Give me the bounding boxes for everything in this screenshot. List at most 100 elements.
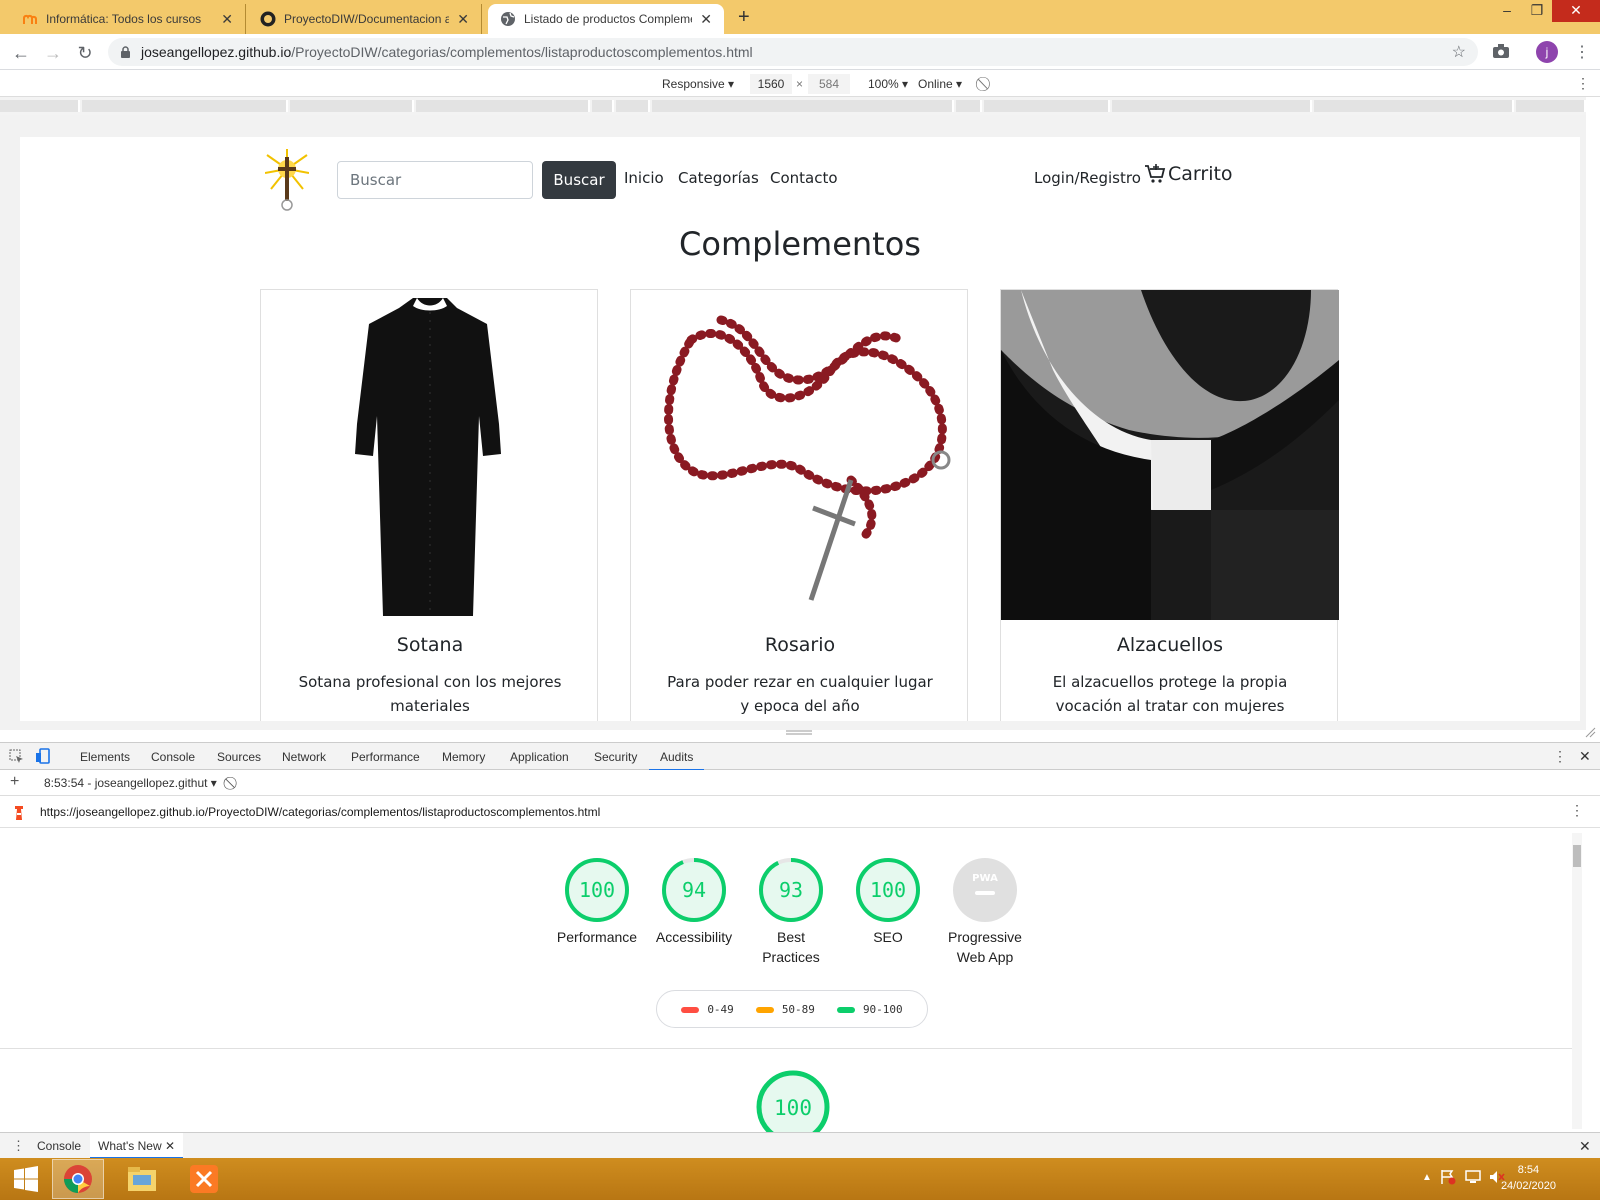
width-input[interactable]: 1560 bbox=[750, 74, 792, 94]
close-window-button[interactable]: ✕ bbox=[1552, 0, 1600, 22]
windows-start-icon[interactable] bbox=[0, 1159, 52, 1199]
cart-link[interactable]: Carrito bbox=[1144, 163, 1233, 185]
devtools-tab-sources[interactable]: Sources bbox=[217, 743, 261, 771]
zoom-select[interactable]: 100% ▾ bbox=[868, 77, 908, 91]
score-gauge-pwa[interactable]: PWA Progressive Web App bbox=[937, 857, 1033, 967]
web-page: Buscar Buscar Inicio Categorías Contacto… bbox=[20, 137, 1580, 721]
lighthouse-icon bbox=[12, 804, 26, 820]
devtools-tab-elements[interactable]: Elements bbox=[80, 743, 130, 771]
reload-icon[interactable]: ↻ bbox=[74, 42, 96, 64]
report-select[interactable]: 8:53:54 - joseangellopez.githut ▾ bbox=[44, 776, 217, 790]
back-icon[interactable]: ← bbox=[10, 42, 32, 64]
devtools-tab-audits[interactable]: Audits bbox=[649, 743, 705, 771]
site-logo[interactable] bbox=[265, 149, 309, 211]
devtools-close-icon[interactable]: ✕ bbox=[1579, 748, 1591, 765]
product-image-sotana[interactable] bbox=[261, 290, 599, 620]
new-audit-plus-icon[interactable]: + bbox=[10, 773, 19, 791]
product-image-rosario[interactable] bbox=[631, 290, 969, 620]
moodle-icon bbox=[22, 11, 38, 27]
search-button[interactable]: Buscar bbox=[542, 161, 616, 199]
product-card[interactable]: Rosario Para poder rezar en cualquier lu… bbox=[630, 289, 968, 721]
drawer-tab-console[interactable]: Console bbox=[37, 1139, 81, 1153]
report-url[interactable]: https://joseangellopez.github.io/Proyect… bbox=[40, 805, 600, 819]
tab-listado-productos[interactable]: Listado de productos Compleme ✕ bbox=[488, 4, 724, 34]
devtools-tab-performance[interactable]: Performance bbox=[351, 743, 420, 771]
chrome-taskbar-icon[interactable] bbox=[52, 1159, 104, 1199]
legend-swatch-orange bbox=[755, 1006, 774, 1013]
tray-chevron-icon[interactable]: ▲ bbox=[1422, 1172, 1432, 1183]
devtools-tab-network[interactable]: Network bbox=[282, 743, 326, 771]
product-title: Alzacuellos bbox=[1116, 634, 1224, 656]
browser-toolbar: ← → ↻ joseangellopez.github.io/ProyectoD… bbox=[0, 34, 1600, 70]
nav-link-contacto[interactable]: Contacto bbox=[770, 169, 838, 187]
resize-corner-icon[interactable] bbox=[1584, 726, 1596, 738]
bookmark-star-icon[interactable]: ☆ bbox=[1452, 42, 1466, 62]
device-toggle-icon[interactable] bbox=[35, 748, 51, 764]
score-value: 94 bbox=[682, 878, 706, 902]
product-card[interactable]: Sotana Sotana profesional con los mejore… bbox=[260, 289, 598, 721]
drawer-menu-icon[interactable]: ⋮ bbox=[12, 1138, 25, 1154]
score-value: 100 bbox=[870, 878, 906, 902]
product-description: Sotana profesional con los mejores mater… bbox=[298, 673, 562, 715]
network-throttle-select[interactable]: Online ▾ bbox=[918, 77, 962, 91]
more-options-icon[interactable]: ⋮ bbox=[1576, 75, 1590, 92]
menu-kebab-icon[interactable]: ⋮ bbox=[1574, 42, 1590, 62]
product-title: Rosario bbox=[764, 634, 836, 656]
new-tab-button[interactable]: + bbox=[738, 6, 750, 29]
profile-avatar[interactable]: j bbox=[1536, 41, 1558, 63]
devtools-tab-security[interactable]: Security bbox=[594, 743, 637, 771]
devtools-tab-memory[interactable]: Memory bbox=[442, 743, 485, 771]
restore-icon[interactable]: ❐ bbox=[1522, 0, 1552, 22]
tab-moodle[interactable]: Informática: Todos los cursos ✕ bbox=[10, 4, 246, 34]
score-gauge-seo[interactable]: 100 SEO bbox=[840, 857, 936, 947]
score-label: Progressive Web App bbox=[948, 929, 1022, 965]
report-menu-icon[interactable]: ⋮ bbox=[1570, 802, 1584, 819]
score-value: 100 bbox=[774, 1096, 812, 1120]
score-label: Accessibility bbox=[655, 929, 733, 945]
devtools-tab-console[interactable]: Console bbox=[151, 743, 195, 771]
device-mode-select[interactable]: Responsive ▾ bbox=[662, 77, 734, 91]
tab-title: ProyectoDIW/Documentacion at bbox=[284, 12, 450, 26]
drawer-close-icon[interactable]: ✕ bbox=[1579, 1138, 1591, 1155]
score-gauge-accessibility[interactable]: 94 Accessibility bbox=[646, 857, 742, 947]
taskbar-clock[interactable]: 8:54 24/02/2020 bbox=[1501, 1162, 1556, 1194]
product-description: Para poder rezar en cualquier lugar y ep… bbox=[667, 673, 933, 715]
action-center-flag-icon[interactable] bbox=[1440, 1169, 1456, 1185]
close-icon[interactable]: ✕ bbox=[700, 11, 712, 28]
resize-handle-bottom[interactable] bbox=[786, 730, 812, 736]
inspect-element-icon[interactable] bbox=[9, 749, 24, 764]
report-scrollbar[interactable] bbox=[1572, 833, 1582, 1129]
xampp-icon[interactable] bbox=[178, 1159, 230, 1199]
height-input[interactable]: 584 bbox=[808, 74, 850, 94]
close-icon[interactable]: ✕ bbox=[457, 11, 469, 28]
devtools-menu-icon[interactable]: ⋮ bbox=[1553, 748, 1567, 765]
address-bar[interactable]: joseangellopez.github.io/ProyectoDIW/cat… bbox=[108, 38, 1478, 66]
devtools-tab-bar: Elements Console Sources Network Perform… bbox=[0, 742, 1600, 771]
viewport-gutter bbox=[1586, 115, 1600, 730]
drawer-tab-whats-new[interactable]: What's New ✕ bbox=[90, 1133, 184, 1159]
audits-toolbar: + 8:53:54 - joseangellopez.githut ▾ ⃠ bbox=[0, 770, 1600, 796]
devtools-tab-application[interactable]: Application bbox=[510, 743, 569, 771]
minimize-icon[interactable]: – bbox=[1492, 0, 1522, 22]
media-query-bar[interactable] bbox=[0, 97, 1586, 115]
report-url-bar: https://joseangellopez.github.io/Proyect… bbox=[0, 796, 1600, 828]
camera-icon[interactable] bbox=[1492, 43, 1510, 59]
network-icon[interactable] bbox=[1464, 1169, 1482, 1185]
close-icon[interactable]: ✕ bbox=[221, 11, 233, 28]
legend-swatch-red bbox=[681, 1006, 700, 1013]
product-card[interactable]: Alzacuellos El alzacuellos protege la pr… bbox=[1000, 289, 1339, 721]
search-input[interactable]: Buscar bbox=[337, 161, 533, 199]
devtools-drawer: ⋮ Console What's New ✕ ✕ bbox=[0, 1132, 1600, 1159]
dimension-separator: × bbox=[796, 77, 804, 91]
tab-github[interactable]: ProyectoDIW/Documentacion at ✕ bbox=[248, 4, 482, 34]
login-register-link[interactable]: Login/Registro bbox=[1034, 169, 1141, 187]
device-toolbar: Responsive ▾ 1560 × 584 100% ▾ Online ▾ … bbox=[0, 71, 1600, 97]
nav-link-categorias[interactable]: Categorías bbox=[678, 169, 759, 187]
product-image-alzacuellos[interactable] bbox=[1001, 290, 1339, 620]
forward-icon[interactable]: → bbox=[42, 42, 64, 64]
page-title: Complementos bbox=[679, 225, 921, 263]
score-gauge-performance[interactable]: 100 Performance bbox=[549, 857, 645, 947]
nav-link-inicio[interactable]: Inicio bbox=[624, 169, 664, 187]
file-explorer-icon[interactable] bbox=[116, 1159, 168, 1199]
score-gauge-best-practices[interactable]: 93 Best Practices bbox=[743, 857, 839, 967]
